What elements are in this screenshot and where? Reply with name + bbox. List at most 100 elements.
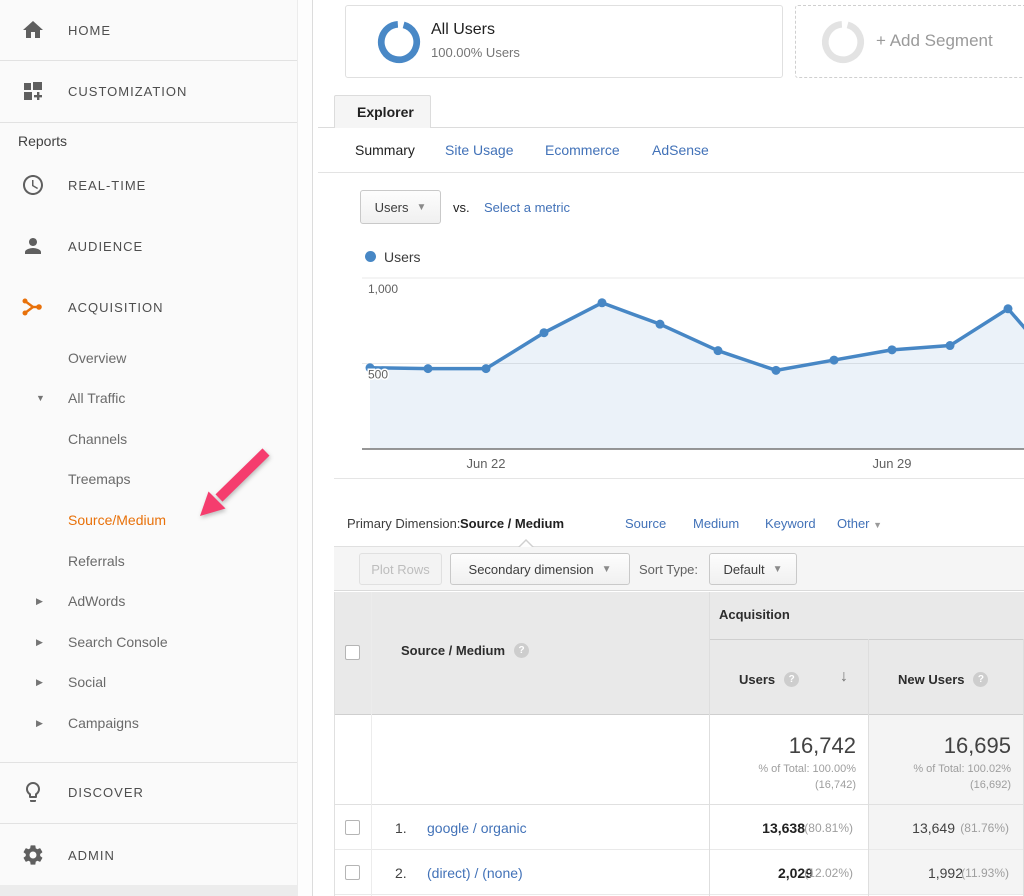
help-icon[interactable]: ?: [784, 672, 799, 687]
caret-down-icon: ▼: [873, 520, 882, 530]
help-icon[interactable]: ?: [514, 643, 529, 658]
person-icon: [21, 234, 45, 258]
sidebar-item-all-traffic[interactable]: ▼ All Traffic: [0, 386, 297, 410]
table-totals-row: 16,742 % of Total: 100.00% (16,742) 16,6…: [335, 715, 1024, 805]
caret-down-icon: ▼: [36, 386, 45, 410]
sidebar-item-admin[interactable]: ADMIN: [0, 838, 297, 872]
sidebar-item-adwords[interactable]: ▶ AdWords: [0, 589, 297, 613]
plot-rows-button[interactable]: Plot Rows: [359, 553, 442, 585]
subtab-ecommerce[interactable]: Ecommerce: [545, 142, 620, 158]
add-segment-button[interactable]: + Add Segment: [795, 5, 1024, 78]
vs-label: vs.: [453, 200, 470, 215]
sidebar-item-audience[interactable]: AUDIENCE: [0, 229, 297, 263]
sidebar-item-overview[interactable]: Overview: [0, 346, 297, 370]
primary-dimension-label: Primary Dimension:: [347, 516, 460, 531]
divider: [0, 60, 297, 61]
group-header-acquisition: Acquisition: [719, 607, 790, 622]
primary-dimension-row: Primary Dimension: Source / Medium Sourc…: [313, 516, 1024, 534]
svg-text:Jun 22: Jun 22: [466, 456, 505, 471]
sidebar-item-label: DISCOVER: [68, 785, 144, 800]
tab-explorer[interactable]: Explorer: [334, 95, 431, 128]
table-toolbar: Plot Rows Secondary dimension ▼ Sort Typ…: [334, 546, 1024, 591]
primary-dimension-keyword[interactable]: Keyword: [765, 516, 816, 531]
metric-dropdown[interactable]: Users ▼: [360, 190, 441, 224]
svg-text:1,000: 1,000: [368, 282, 398, 296]
select-metric-link[interactable]: Select a metric: [484, 200, 570, 215]
sidebar-item-label: AUDIENCE: [68, 239, 143, 254]
caret-right-icon: ▶: [36, 711, 43, 735]
column-border: [371, 592, 372, 896]
sidebar-item-treemaps[interactable]: Treemaps: [0, 467, 297, 491]
row-checkbox[interactable]: [345, 865, 360, 880]
add-segment-label: + Add Segment: [876, 31, 993, 51]
help-icon[interactable]: ?: [973, 672, 988, 687]
sidebar-nav: HOME CUSTOMIZATION Reports REAL-TIME AUD…: [0, 0, 313, 896]
source-medium-table: Acquisition Source / Medium ? Users ? ↓ …: [334, 592, 1024, 896]
totals-new-users: 16,695: [944, 733, 1011, 759]
sidebar-item-label: REAL-TIME: [68, 178, 146, 193]
sidebar-item-discover[interactable]: DISCOVER: [0, 775, 297, 809]
svg-text:Jun 29: Jun 29: [872, 456, 911, 471]
sidebar-scroll-gutter[interactable]: [297, 0, 312, 896]
column-border: [868, 639, 869, 896]
sidebar-item-realtime[interactable]: REAL-TIME: [0, 168, 297, 202]
sidebar-item-acquisition[interactable]: ACQUISITION: [0, 290, 297, 324]
subtab-site-usage[interactable]: Site Usage: [445, 142, 513, 158]
sidebar-item-channels[interactable]: Channels: [0, 427, 297, 451]
primary-dimension-active[interactable]: Source / Medium: [460, 516, 564, 531]
subtab-adsense[interactable]: AdSense: [652, 142, 709, 158]
home-icon: [21, 18, 45, 42]
caret-down-icon: ▼: [773, 564, 783, 575]
caret-down-icon: ▼: [602, 564, 612, 575]
divider: [709, 639, 1024, 640]
column-header-new-users[interactable]: New Users ?: [898, 672, 988, 687]
column-header-source-medium[interactable]: Source / Medium ?: [401, 643, 529, 658]
segment-donut-icon: [376, 19, 422, 65]
divider: [0, 122, 297, 123]
secondary-dimension-dropdown[interactable]: Secondary dimension ▼: [450, 553, 630, 585]
legend-dot-icon: [365, 251, 376, 262]
sidebar-item-referrals[interactable]: Referrals: [0, 549, 297, 573]
select-all-checkbox[interactable]: [345, 645, 360, 660]
analytics-screen: HOME CUSTOMIZATION Reports REAL-TIME AUD…: [0, 0, 1024, 896]
sidebar-item-source-medium[interactable]: Source/Medium: [0, 508, 297, 532]
users-line-chart: 1,000500Jun 22Jun 29: [313, 270, 1024, 482]
acquisition-icon: [21, 295, 45, 319]
sort-type-label: Sort Type:: [639, 562, 698, 577]
column-header-users[interactable]: Users ?: [739, 672, 799, 687]
sidebar-item-search-console[interactable]: ▶ Search Console: [0, 630, 297, 654]
divider: [0, 762, 297, 763]
sidebar-item-label: ACQUISITION: [68, 300, 164, 315]
caret-right-icon: ▶: [36, 589, 43, 613]
customization-icon: [21, 79, 45, 103]
active-dimension-notch: [520, 541, 532, 547]
caret-right-icon: ▶: [36, 630, 43, 654]
primary-dimension-other-dropdown[interactable]: Other ▼: [837, 516, 882, 531]
primary-dimension-medium[interactable]: Medium: [693, 516, 739, 531]
source-medium-link[interactable]: (direct) / (none): [427, 865, 523, 881]
gear-icon: [21, 843, 45, 867]
main-content: All Users 100.00% Users + Add Segment Ex…: [313, 0, 1024, 896]
sort-type-dropdown[interactable]: Default ▼: [709, 553, 797, 585]
table-row: 2. (direct) / (none) 2,029 (12.02%) 1,99…: [335, 850, 1024, 895]
segment-card-all-users[interactable]: All Users 100.00% Users: [345, 5, 783, 78]
source-medium-link[interactable]: google / organic: [427, 820, 527, 836]
primary-dimension-source[interactable]: Source: [625, 516, 666, 531]
totals-users: 16,742: [789, 733, 856, 759]
sidebar-item-social[interactable]: ▶ Social: [0, 670, 297, 694]
sidebar-item-customization[interactable]: CUSTOMIZATION: [0, 74, 297, 108]
divider: [334, 478, 1024, 479]
segment-donut-empty-icon: [820, 19, 866, 65]
sort-desc-icon: ↓: [840, 668, 848, 686]
row-checkbox[interactable]: [345, 820, 360, 835]
sidebar-bottom-strip: [0, 885, 297, 896]
column-border: [709, 592, 710, 896]
clock-icon: [21, 173, 45, 197]
divider: [0, 823, 297, 824]
subtab-summary[interactable]: Summary: [355, 142, 415, 158]
sidebar-item-campaigns[interactable]: ▶ Campaigns: [0, 711, 297, 735]
table-row: 1. google / organic 13,638 (80.81%) 13,6…: [335, 805, 1024, 850]
sidebar-item-home[interactable]: HOME: [0, 13, 297, 47]
sidebar-item-label: CUSTOMIZATION: [68, 84, 187, 99]
caret-right-icon: ▶: [36, 670, 43, 694]
